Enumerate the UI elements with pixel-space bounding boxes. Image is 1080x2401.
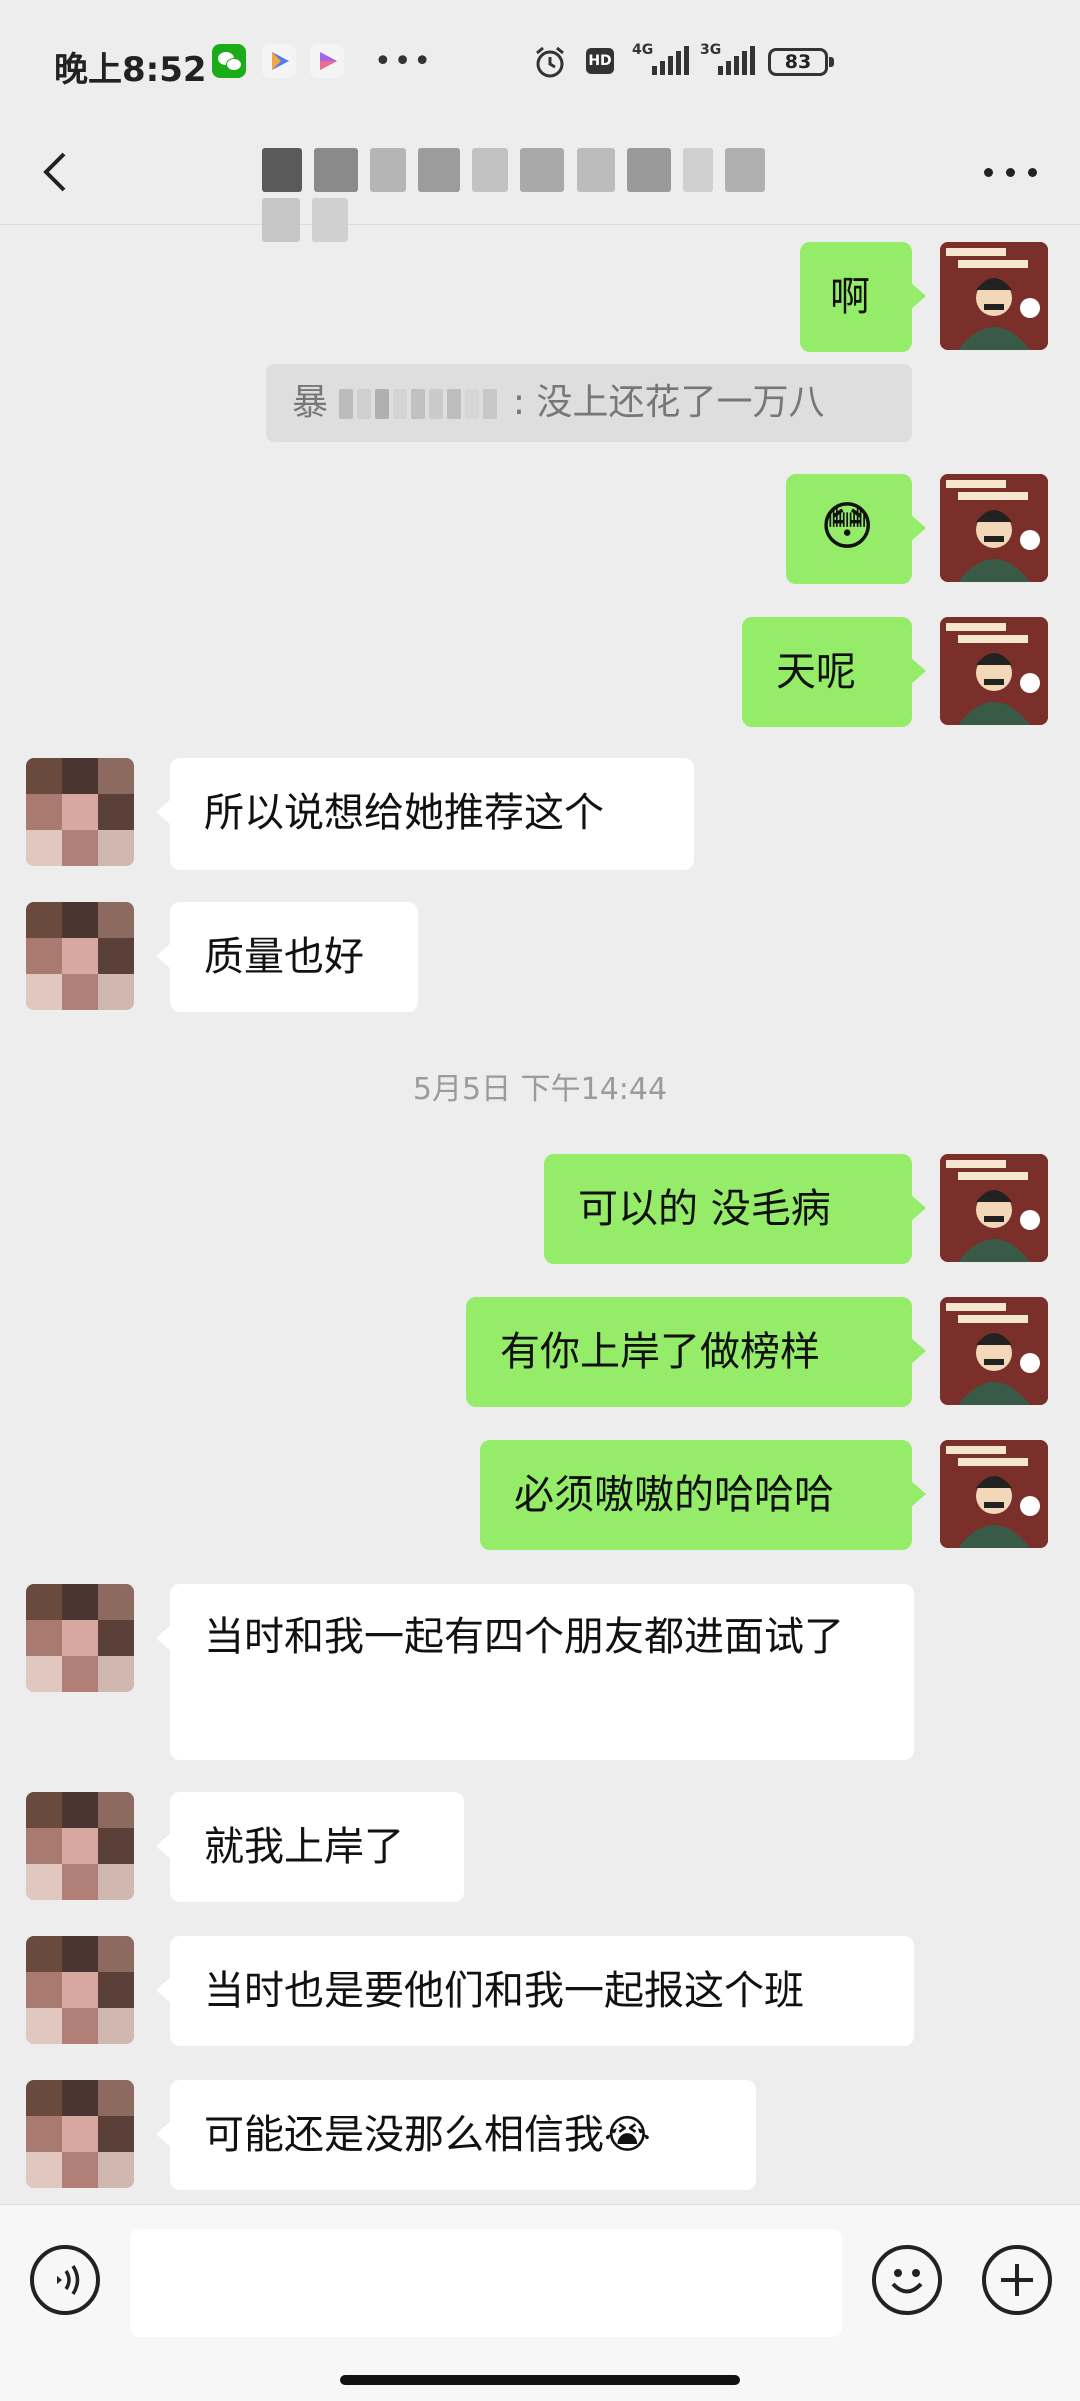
signal-icon [716, 46, 756, 80]
home-indicator[interactable] [340, 2375, 740, 2385]
emoji-icon[interactable] [872, 2245, 942, 2315]
avatar[interactable] [26, 1584, 134, 1692]
play-icon [262, 44, 296, 78]
message-bubble[interactable]: 就我上岸了 [156, 1792, 464, 1902]
avatar[interactable] [26, 1792, 134, 1900]
battery-indicator: 83 [768, 48, 834, 76]
status-bar: 晚上8:52 ••• HD 4G 3G 83 [0, 0, 1080, 120]
chat-timestamp: 5月5日 下午14:44 [412, 1072, 668, 1107]
hd-icon: HD [586, 48, 614, 74]
avatar[interactable] [940, 474, 1048, 582]
avatar[interactable] [26, 2080, 134, 2188]
message-bubble[interactable]: 😳 [786, 474, 926, 584]
status-time: 晚上8:52 [54, 50, 207, 90]
message-bubble[interactable]: 可能还是没那么相信我😭 [156, 2080, 756, 2190]
avatar[interactable] [26, 1936, 134, 2044]
voice-icon[interactable] [30, 2245, 100, 2315]
avatar[interactable] [940, 617, 1048, 725]
message-bubble[interactable]: 当时和我一起有四个朋友都进面试了 [156, 1584, 914, 1760]
message-bubble[interactable]: 当时也是要他们和我一起报这个班 [156, 1936, 914, 2046]
avatar[interactable] [940, 1440, 1048, 1548]
input-bar [0, 2204, 1080, 2401]
message-input[interactable] [130, 2229, 842, 2337]
chevron-left-icon[interactable] [32, 136, 82, 206]
message-bubble[interactable]: 有你上岸了做榜样 [466, 1297, 926, 1407]
quote-text: : 没上还花了一万八 [512, 382, 825, 423]
wechat-icon [212, 44, 246, 78]
quote-prefix: 暴 [292, 382, 329, 423]
more-horizontal-icon[interactable] [982, 146, 1042, 196]
message-bubble[interactable]: 可以的 没毛病 [544, 1154, 926, 1264]
avatar[interactable] [940, 242, 1048, 350]
avatar[interactable] [940, 1297, 1048, 1405]
plus-icon[interactable] [982, 2245, 1052, 2315]
chat-title-blurred [262, 142, 818, 242]
more-notifications-icon: ••• [374, 44, 434, 79]
message-bubble[interactable]: 所以说想给她推荐这个 [156, 758, 694, 870]
message-bubble[interactable]: 天呢 [742, 617, 926, 727]
play-icon [310, 44, 344, 78]
chat-header [0, 120, 1080, 242]
message-bubble[interactable]: 质量也好 [156, 902, 418, 1012]
message-bubble[interactable]: 必须嗷嗷的哈哈哈 [480, 1440, 926, 1550]
avatar[interactable] [26, 902, 134, 1010]
message-bubble[interactable]: 啊 [800, 242, 926, 352]
avatar[interactable] [940, 1154, 1048, 1262]
quoted-message[interactable]: 暴 : 没上还花了一万八 [266, 364, 912, 442]
avatar[interactable] [26, 758, 134, 866]
signal-icon [650, 46, 690, 80]
alarm-icon [532, 44, 568, 84]
